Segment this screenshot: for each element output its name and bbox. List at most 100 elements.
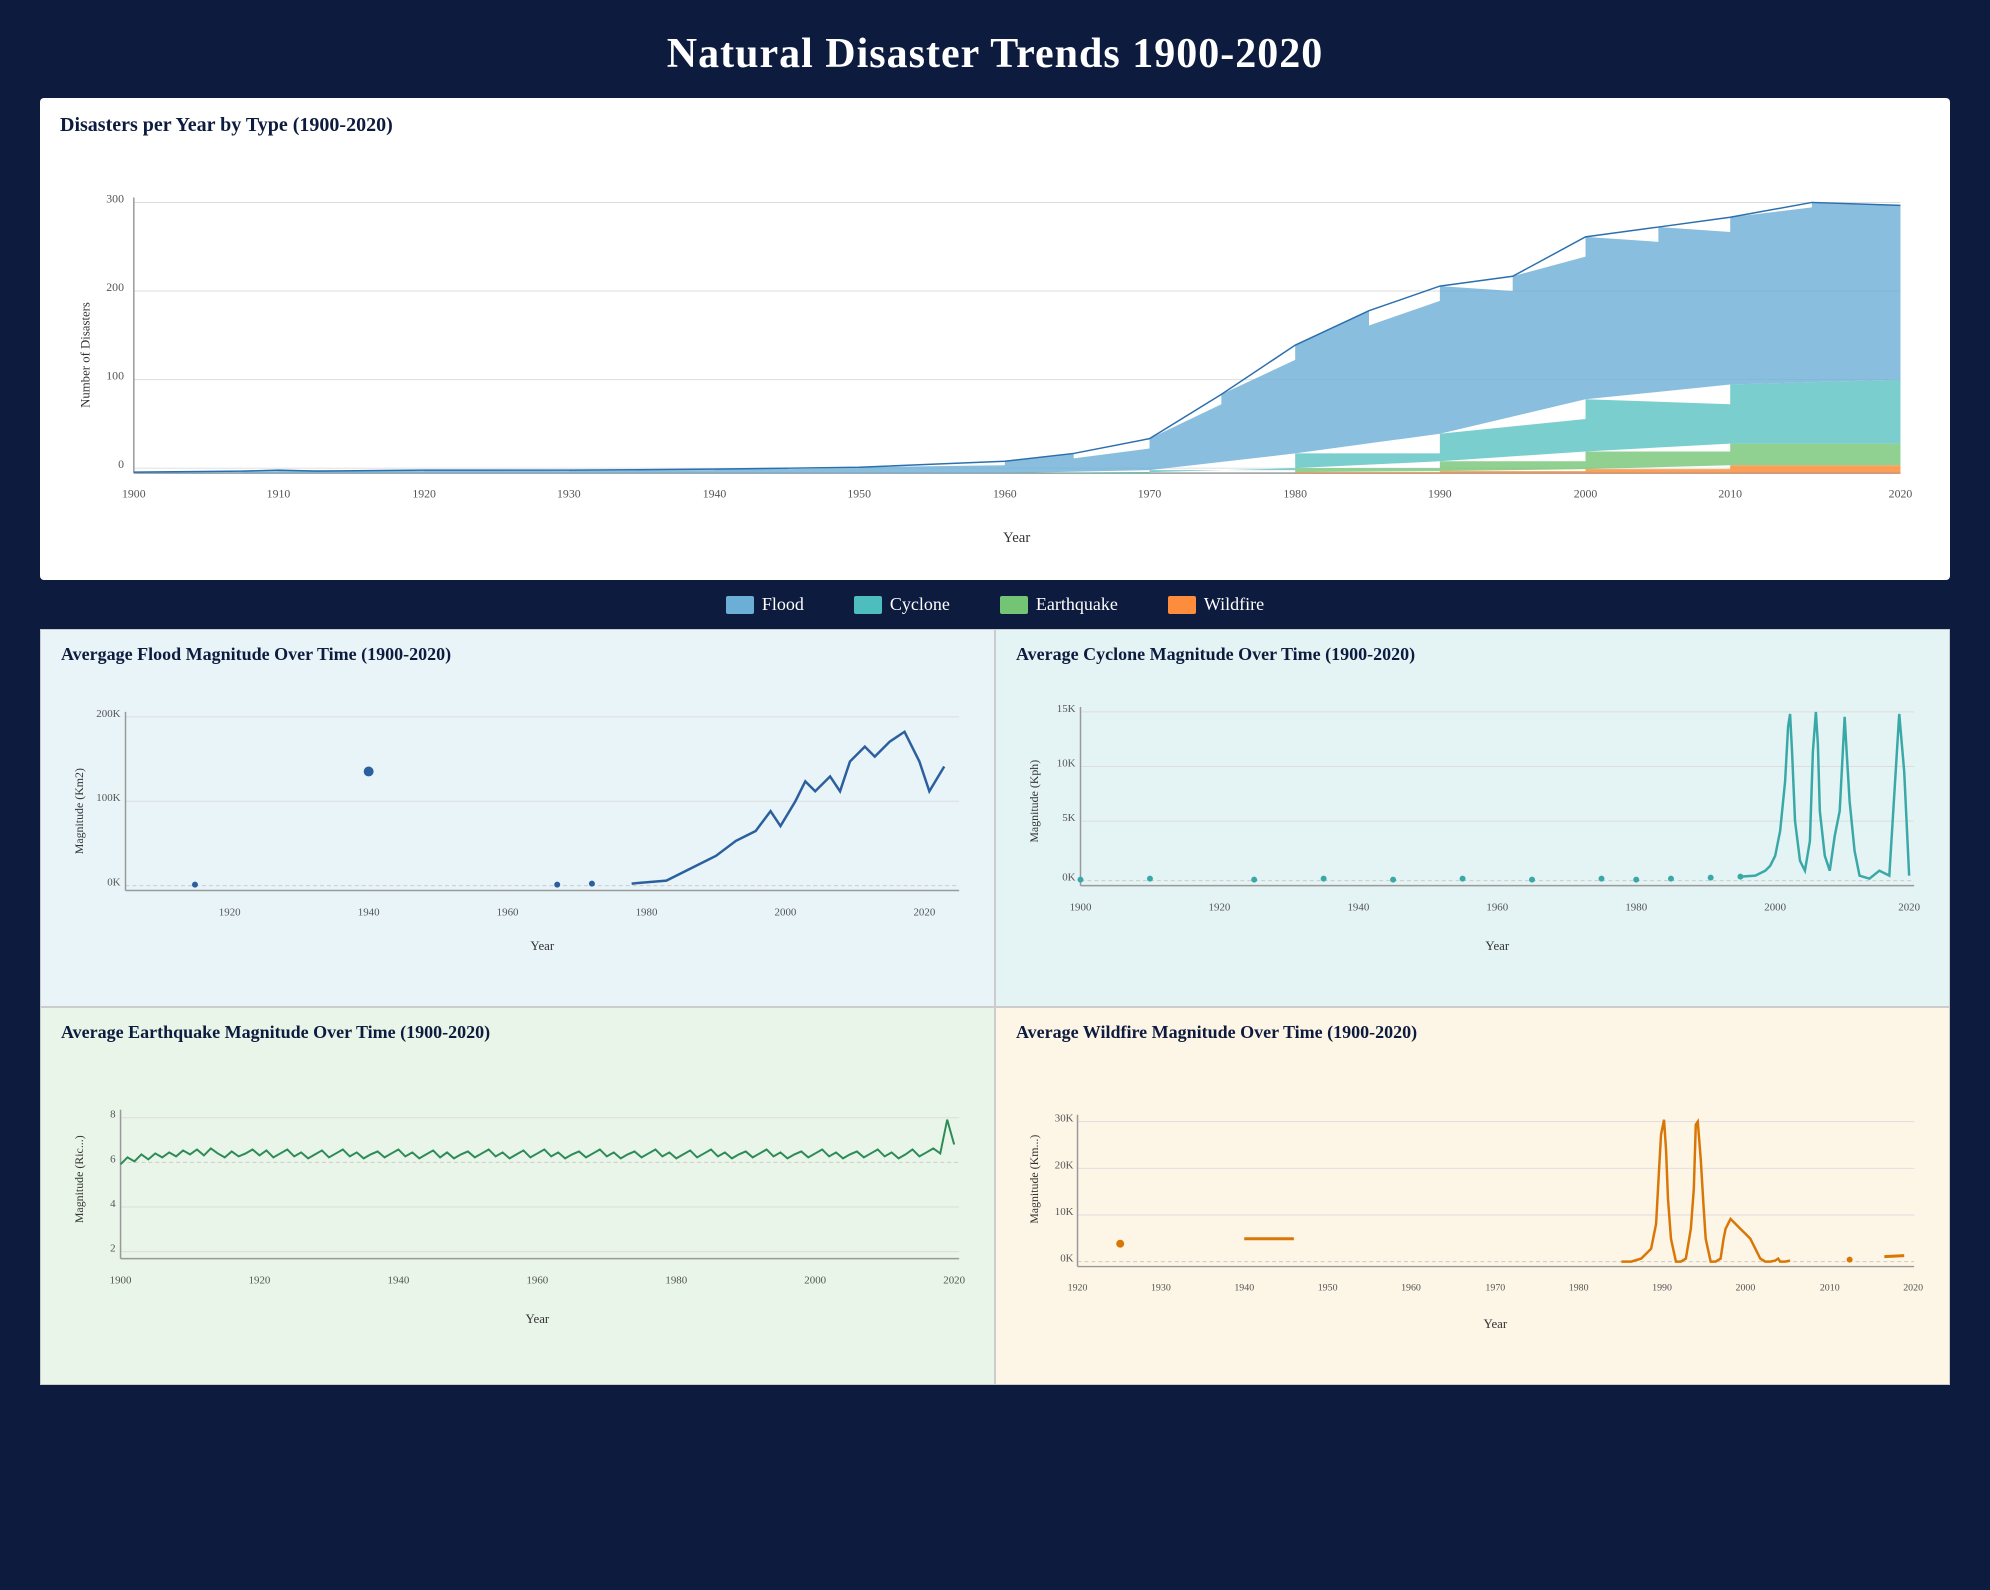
legend-wildfire: Wildfire: [1168, 594, 1264, 615]
wildfire-chart-svg: Magnitude (Km...) 30K 20K 10K 0K: [1016, 1049, 1929, 1369]
bottom-charts-grid: Avergage Flood Magnitude Over Time (1900…: [40, 629, 1950, 1385]
flood-panel: Avergage Flood Magnitude Over Time (1900…: [40, 629, 995, 1007]
svg-text:200: 200: [106, 280, 124, 294]
svg-text:200K: 200K: [96, 708, 120, 720]
svg-text:1970: 1970: [1485, 1282, 1505, 1293]
svg-text:1960: 1960: [497, 906, 519, 918]
cyclone-chart-svg: Magnitude (Kph) 15K 10K 5K 0K: [1016, 671, 1929, 991]
svg-text:1940: 1940: [1347, 901, 1369, 913]
legend-wildfire-label: Wildfire: [1204, 594, 1264, 615]
svg-text:2000: 2000: [1736, 1282, 1756, 1293]
svg-text:Year: Year: [525, 1312, 549, 1326]
svg-text:2020: 2020: [1889, 487, 1913, 501]
svg-text:0K: 0K: [1062, 872, 1075, 884]
svg-text:1960: 1960: [1486, 901, 1508, 913]
svg-text:0K: 0K: [1060, 1253, 1073, 1265]
earthquake-chart-title: Average Earthquake Magnitude Over Time (…: [61, 1022, 974, 1043]
svg-text:1960: 1960: [1401, 1282, 1421, 1293]
svg-text:1920: 1920: [1209, 901, 1231, 913]
svg-text:1910: 1910: [267, 487, 291, 501]
svg-text:Magnitude (Km...): Magnitude (Km...): [1027, 1135, 1041, 1224]
svg-text:2000: 2000: [1574, 487, 1598, 501]
svg-text:2000: 2000: [775, 906, 797, 918]
svg-text:2020: 2020: [1898, 901, 1920, 913]
svg-text:1900: 1900: [1070, 901, 1092, 913]
svg-text:1930: 1930: [1151, 1282, 1171, 1293]
svg-text:2020: 2020: [1903, 1282, 1923, 1293]
wildfire-chart-title: Average Wildfire Magnitude Over Time (19…: [1016, 1022, 1929, 1043]
svg-text:6: 6: [110, 1153, 116, 1165]
svg-text:100K: 100K: [96, 792, 120, 804]
page-title: Natural Disaster Trends 1900-2020: [40, 30, 1950, 78]
svg-text:Year: Year: [1483, 1317, 1507, 1331]
svg-text:Year: Year: [1003, 530, 1030, 546]
svg-text:1960: 1960: [993, 487, 1017, 501]
legend-cyclone-label: Cyclone: [890, 594, 950, 615]
earthquake-panel: Average Earthquake Magnitude Over Time (…: [40, 1007, 995, 1385]
svg-text:2000: 2000: [1764, 901, 1786, 913]
legend-earthquake: Earthquake: [1000, 594, 1118, 615]
wildfire-swatch: [1168, 596, 1196, 614]
svg-text:1950: 1950: [847, 487, 871, 501]
earthquake-swatch: [1000, 596, 1028, 614]
wildfire-panel: Average Wildfire Magnitude Over Time (19…: [995, 1007, 1950, 1385]
earthquake-chart-svg: Magnitude (Ric...) 8 6 4 2 1900 1920 194…: [61, 1049, 974, 1369]
svg-text:Magnitude (Kph): Magnitude (Kph): [1027, 760, 1041, 843]
svg-text:2020: 2020: [913, 906, 935, 918]
svg-text:300: 300: [106, 191, 124, 205]
svg-text:2: 2: [110, 1243, 115, 1255]
svg-text:1980: 1980: [1283, 487, 1307, 501]
svg-text:100: 100: [106, 369, 124, 383]
svg-text:1950: 1950: [1318, 1282, 1338, 1293]
svg-text:4: 4: [110, 1198, 116, 1210]
svg-text:1960: 1960: [526, 1274, 548, 1286]
svg-text:30K: 30K: [1055, 1113, 1074, 1125]
svg-text:1980: 1980: [636, 906, 658, 918]
svg-text:1990: 1990: [1652, 1282, 1672, 1293]
svg-text:8: 8: [110, 1109, 116, 1121]
svg-text:1900: 1900: [110, 1274, 132, 1286]
svg-text:1980: 1980: [1569, 1282, 1589, 1293]
flood-chart-title: Avergage Flood Magnitude Over Time (1900…: [61, 644, 974, 665]
svg-text:10K: 10K: [1057, 757, 1076, 769]
svg-text:Number of Disasters: Number of Disasters: [79, 302, 93, 408]
top-chart-subtitle: Disasters per Year by Type (1900-2020): [60, 114, 1930, 137]
cyclone-swatch: [854, 596, 882, 614]
svg-text:5K: 5K: [1062, 812, 1075, 824]
svg-text:1970: 1970: [1138, 487, 1162, 501]
svg-text:1940: 1940: [703, 487, 727, 501]
svg-text:1920: 1920: [219, 906, 241, 918]
svg-text:2010: 2010: [1820, 1282, 1840, 1293]
flood-swatch: [726, 596, 754, 614]
legend-flood: Flood: [726, 594, 804, 615]
svg-text:1940: 1940: [388, 1274, 410, 1286]
svg-text:1900: 1900: [122, 487, 146, 501]
svg-text:10K: 10K: [1055, 1206, 1074, 1218]
flood-chart-svg: Magnitude (Km2) 200K 100K 0K: [61, 671, 974, 991]
svg-text:Year: Year: [1485, 939, 1509, 953]
cyclone-panel: Average Cyclone Magnitude Over Time (190…: [995, 629, 1950, 1007]
svg-text:0K: 0K: [107, 877, 120, 889]
svg-text:15K: 15K: [1057, 703, 1076, 715]
svg-text:Year: Year: [530, 939, 554, 953]
svg-text:20K: 20K: [1055, 1159, 1074, 1171]
svg-text:Magnitude (Km2): Magnitude (Km2): [72, 768, 86, 854]
legend-flood-label: Flood: [762, 594, 804, 615]
svg-text:0: 0: [118, 457, 124, 471]
svg-text:1940: 1940: [1234, 1282, 1254, 1293]
cyclone-chart-title: Average Cyclone Magnitude Over Time (190…: [1016, 644, 1929, 665]
svg-text:1920: 1920: [249, 1274, 271, 1286]
legend-cyclone: Cyclone: [854, 594, 950, 615]
svg-text:1980: 1980: [665, 1274, 687, 1286]
svg-text:1940: 1940: [358, 906, 380, 918]
svg-text:1990: 1990: [1428, 487, 1452, 501]
top-chart-panel: Disasters per Year by Type (1900-2020) N…: [40, 98, 1950, 580]
svg-text:2020: 2020: [943, 1274, 965, 1286]
svg-text:1930: 1930: [557, 487, 581, 501]
svg-text:1980: 1980: [1625, 901, 1647, 913]
svg-text:1920: 1920: [1068, 1282, 1088, 1293]
svg-text:2000: 2000: [804, 1274, 826, 1286]
svg-text:1920: 1920: [412, 487, 436, 501]
legend-bar: Flood Cyclone Earthquake Wildfire: [40, 580, 1950, 629]
top-chart-svg: Number of Disasters 300 200 100 0: [60, 145, 1930, 565]
